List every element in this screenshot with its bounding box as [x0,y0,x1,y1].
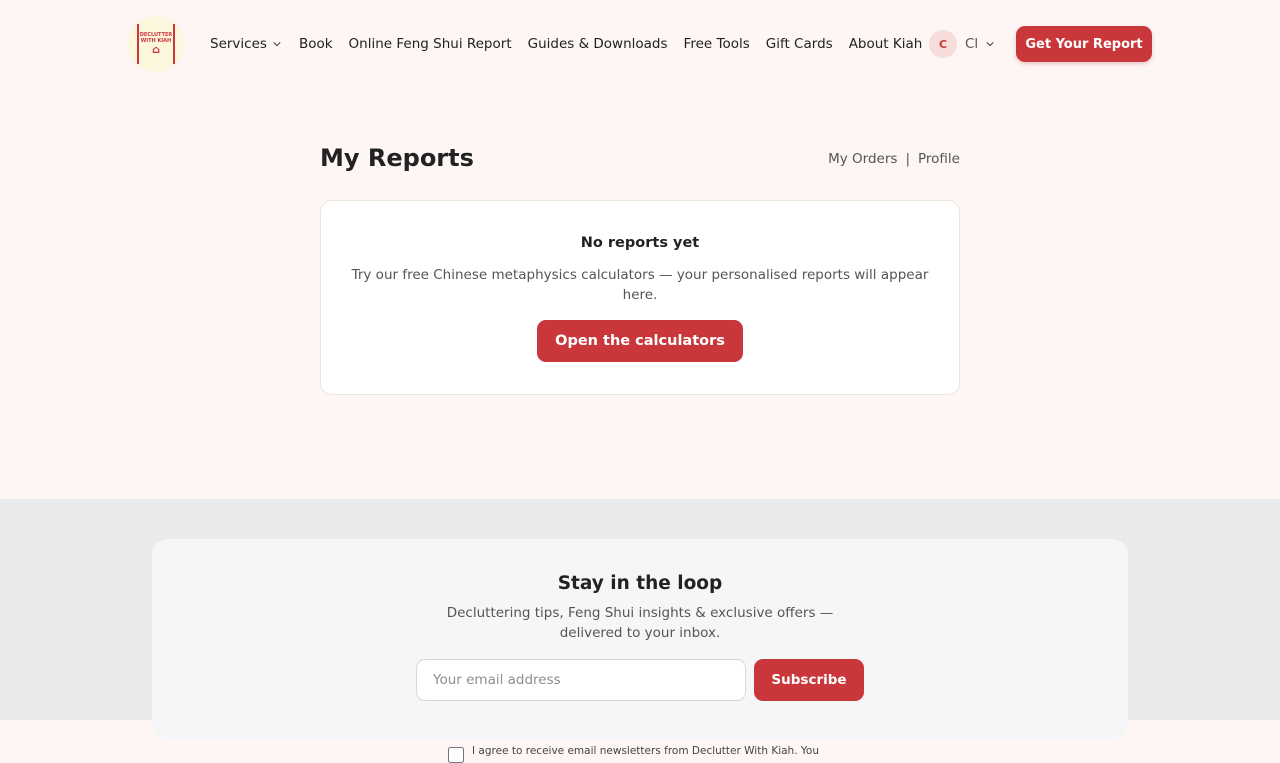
open-calculators-button[interactable]: Open the calculators [537,320,743,362]
site-footer: Stay in the loop Decluttering tips, Feng… [0,499,1280,763]
nav-free-tools[interactable]: Free Tools [684,36,750,52]
nav-online-report-label: Online Feng Shui Report [348,36,512,52]
logo-mark: DECLUTTER WITH KIAH ⌂ [137,24,175,64]
nav-book[interactable]: Book [299,36,333,52]
link-separator: | [905,151,911,167]
nav-free-tools-label: Free Tools [683,36,750,52]
main-nav: Services Book Online Feng Shui Report Gu… [210,34,922,54]
my-orders-link[interactable]: My Orders [828,151,897,167]
nav-services-label: Services [210,36,267,52]
empty-state-title: No reports yet [580,235,700,251]
nav-guides[interactable]: Guides & Downloads [528,36,668,52]
newsletter-title: Stay in the loop [557,573,723,594]
nav-gift-cards[interactable]: Gift Cards [766,36,833,52]
chevron-down-icon [986,42,994,47]
consent-checkbox[interactable] [448,747,464,763]
nav-about[interactable]: About Kiah [849,36,923,52]
logo[interactable]: DECLUTTER WITH KIAH ⌂ [128,16,184,72]
get-report-button[interactable]: Get Your Report [1016,26,1152,62]
consent-label: I agree to receive email newsletters fro… [472,745,819,757]
nav-guides-label: Guides & Downloads [527,36,668,52]
subscribe-button[interactable]: Subscribe [754,659,864,701]
nav-book-label: Book [298,36,333,52]
empty-state-text: Try our free Chinese metaphysics calcula… [351,267,929,303]
newsletter-panel: Stay in the loop Decluttering tips, Feng… [152,539,1128,763]
email-field[interactable] [416,659,746,701]
chevron-down-icon [273,42,281,47]
avatar: C [929,30,957,58]
page-title: My Reports [320,144,474,172]
user-name: Cl [965,36,979,52]
site-header: DECLUTTER WITH KIAH ⌂ Services Book Onli… [0,0,1280,88]
nav-services[interactable]: Services [210,36,281,52]
nav-gift-cards-label: Gift Cards [765,36,833,52]
profile-link[interactable]: Profile [918,151,960,167]
nav-about-label: About Kiah [848,36,923,52]
user-menu[interactable]: C Cl [929,30,994,58]
account-links: My Orders | Profile [828,151,960,167]
nav-online-report[interactable]: Online Feng Shui Report [349,36,512,52]
house-icon: ⌂ [152,43,160,56]
empty-state-card: No reports yet Try our free Chinese meta… [320,200,960,395]
newsletter-subtitle: Decluttering tips, Feng Shui insights & … [446,605,834,641]
